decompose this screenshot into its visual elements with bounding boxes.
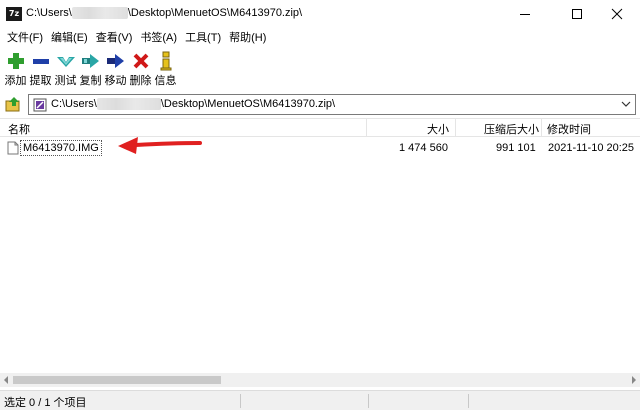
column-name[interactable]: 名称 [8,121,30,137]
status-bar: 选定 0 / 1 个项目 [0,390,640,410]
column-divider[interactable] [366,119,367,137]
extract-label: 提取 [29,75,52,87]
copy-arrow-icon [80,50,102,72]
close-icon [611,8,623,20]
status-divider [368,394,369,408]
red-arrow-annotation [118,137,202,154]
file-size: 1 474 560 [399,142,448,154]
column-divider[interactable] [541,119,542,137]
menu-view[interactable]: 查看(V) [93,29,138,45]
checkmark-icon [55,50,77,72]
test-label: 测试 [54,75,77,87]
file-packed-size: 991 101 [496,142,536,154]
address-path: C:\Users\ \Desktop\MenuetOS\M6413970.zip\ [51,98,336,111]
redacted-username [71,7,128,20]
test-button[interactable]: 测试 [53,47,78,90]
add-label: 添加 [4,75,27,87]
column-packed-size[interactable]: 压缩后大小 [484,121,539,137]
column-modified[interactable]: 修改时间 [547,121,591,137]
column-size[interactable]: 大小 [427,121,449,137]
minimize-icon [520,14,530,15]
zip-archive-icon [33,98,47,112]
selection-status: 选定 0 / 1 个项目 [4,397,87,409]
up-folder-button[interactable] [4,95,22,113]
menu-edit[interactable]: 编辑(E) [48,29,93,45]
info-button[interactable]: 信息 [153,47,178,90]
address-bar[interactable]: C:\Users\ \Desktop\MenuetOS\M6413970.zip\ [28,94,636,115]
delete-button[interactable]: 删除 [128,47,153,90]
extract-button[interactable]: 提取 [28,47,53,90]
scroll-right-icon [632,376,636,384]
info-icon [155,50,177,72]
file-row[interactable]: M6413970.IMG 1 474 560 991 101 2021-11-1… [0,139,640,157]
address-suffix: \Desktop\MenuetOS\M6413970.zip\ [160,98,336,110]
menu-help[interactable]: 帮助(H) [226,29,271,45]
window-title-prefix: C:\Users\ [26,7,72,19]
title-bar: 7z C:\Users\ \Desktop\MenuetOS\M6413970.z… [0,0,640,28]
redacted-username [96,98,161,111]
delete-label: 删除 [129,75,152,87]
maximize-icon [572,9,582,19]
file-icon [7,141,19,155]
delete-x-icon [130,50,152,72]
file-list: 名称 大小 压缩后大小 修改时间 M6413970.IMG 1 474 560 … [0,118,640,386]
column-divider[interactable] [455,119,456,137]
menu-tools[interactable]: 工具(T) [182,29,226,45]
move-label: 移动 [104,75,127,87]
window-title-suffix: \Desktop\MenuetOS\M6413970.zip\ [127,7,303,19]
up-folder-icon [5,97,20,112]
minimize-button[interactable] [502,0,548,28]
status-divider [468,394,469,408]
horizontal-scrollbar[interactable] [0,373,640,387]
menu-file[interactable]: 文件(F) [4,29,48,45]
close-button[interactable] [594,0,640,28]
status-divider [240,394,241,408]
menu-bar: 文件(F) 编辑(E) 查看(V) 书签(A) 工具(T) 帮助(H) [0,28,640,46]
minus-icon [30,50,52,72]
window-title: C:\Users\ \Desktop\MenuetOS\M6413970.zip\ [26,7,303,20]
address-row: C:\Users\ \Desktop\MenuetOS\M6413970.zip\ [0,92,640,116]
column-header: 名称 大小 压缩后大小 修改时间 [0,119,640,137]
scrollbar-thumb[interactable] [13,376,221,384]
copy-button[interactable]: 复制 [78,47,103,90]
plus-icon [5,50,27,72]
move-arrow-icon [105,50,127,72]
file-modified: 2021-11-10 20:25 [548,142,635,154]
menu-bookmarks[interactable]: 书签(A) [137,29,182,45]
file-name: M6413970.IMG [20,140,102,156]
add-button[interactable]: 添加 [3,47,28,90]
info-label: 信息 [154,75,177,87]
move-button[interactable]: 移动 [103,47,128,90]
copy-label: 复制 [79,75,102,87]
toolbar: 添加 提取 测试 复制 移动 删除 信息 [0,47,640,90]
7zip-app-icon[interactable]: 7z [6,7,22,21]
address-prefix: C:\Users\ [51,98,97,110]
scroll-left-icon [4,376,8,384]
chevron-down-icon [621,101,631,107]
